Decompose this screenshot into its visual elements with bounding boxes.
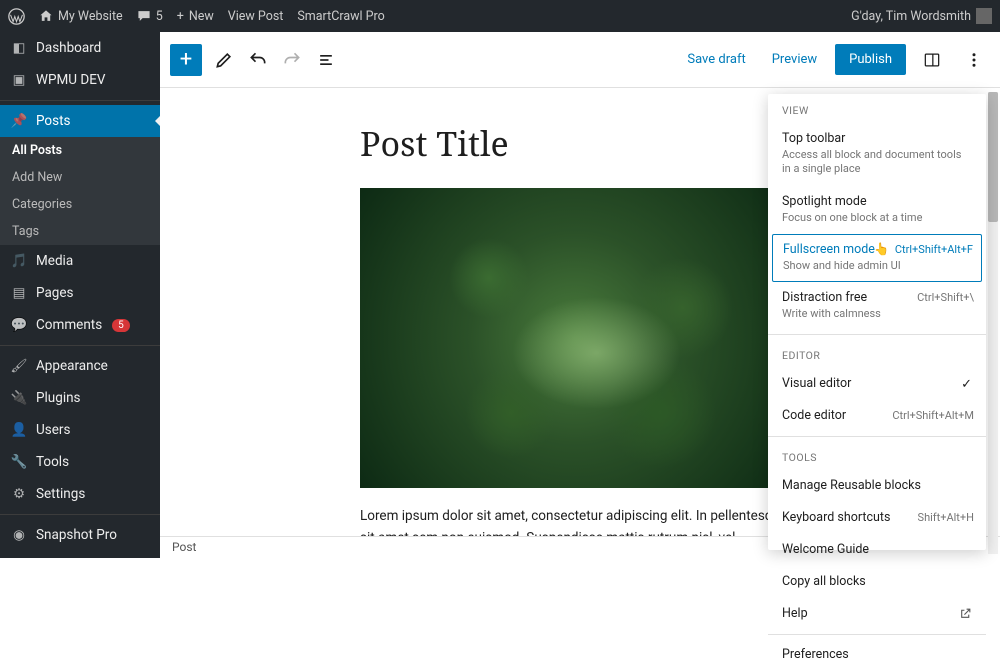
tools-group-label: TOOLS xyxy=(768,441,986,470)
tools-icon: 🔧 xyxy=(10,453,28,471)
plus-icon: + xyxy=(180,47,192,72)
sidebar-item-pages[interactable]: ▤Pages xyxy=(0,277,160,309)
sidebar-item-tools[interactable]: 🔧Tools xyxy=(0,446,160,478)
comment-icon xyxy=(137,9,151,23)
view-group-label: VIEW xyxy=(768,94,986,123)
cursor-icon: 👆 xyxy=(874,242,889,256)
option-copy-all-blocks[interactable]: Copy all blocks xyxy=(768,566,986,598)
undo-icon xyxy=(248,50,268,70)
pin-icon: 📌 xyxy=(10,112,28,130)
pages-icon: ▤ xyxy=(10,284,28,302)
appearance-icon: 🖌 xyxy=(10,357,28,375)
users-icon: 👤 xyxy=(10,421,28,439)
option-visual-editor[interactable]: Visual editor ✓ xyxy=(768,368,986,400)
sidebar-subitem-categories[interactable]: Categories xyxy=(0,191,160,218)
sidebar-icon xyxy=(922,50,942,70)
posts-submenu: All Posts Add New Categories Tags xyxy=(0,137,160,245)
options-dropdown-menu: VIEW Top toolbar Access all block and do… xyxy=(768,94,986,550)
sidebar-item-plugins[interactable]: 🔌Plugins xyxy=(0,382,160,414)
edit-mode-button[interactable] xyxy=(212,48,236,72)
sidebar-subitem-all-posts[interactable]: All Posts xyxy=(0,137,160,164)
option-keyboard-shortcuts[interactable]: Keyboard shortcuts Shift+Alt+H xyxy=(768,502,986,534)
wordpress-logo-icon[interactable] xyxy=(8,8,25,25)
option-welcome-guide[interactable]: Welcome Guide xyxy=(768,534,986,566)
scrollbar[interactable] xyxy=(988,92,998,554)
snapshot-icon: ◉ xyxy=(10,526,28,544)
sidebar-item-branda[interactable]: ◑Branda Pro xyxy=(0,551,160,558)
option-help[interactable]: Help xyxy=(768,598,986,630)
sidebar-item-comments[interactable]: 💬Comments5 xyxy=(0,309,160,341)
home-icon xyxy=(39,9,53,23)
dashboard-icon: ◧ xyxy=(10,39,28,57)
scrollbar-thumb[interactable] xyxy=(988,92,998,222)
redo-button[interactable] xyxy=(280,48,304,72)
smartcrawl-link[interactable]: SmartCrawl Pro xyxy=(297,9,384,24)
option-spotlight-mode[interactable]: Spotlight mode Focus on one block at a t… xyxy=(768,186,986,234)
avatar xyxy=(976,8,992,24)
sidebar-item-media[interactable]: 🎵Media xyxy=(0,245,160,277)
sidebar-item-dashboard[interactable]: ◧Dashboard xyxy=(0,32,160,64)
settings-icon: ⚙ xyxy=(10,485,28,503)
check-icon: ✓ xyxy=(961,377,972,392)
option-top-toolbar[interactable]: Top toolbar Access all block and documen… xyxy=(768,123,986,186)
undo-button[interactable] xyxy=(246,48,270,72)
options-menu-button[interactable] xyxy=(958,44,990,76)
add-block-button[interactable]: + xyxy=(170,44,202,76)
comments-icon: 💬 xyxy=(10,316,28,334)
site-name[interactable]: My Website xyxy=(39,9,123,24)
option-preferences[interactable]: Preferences xyxy=(768,639,986,671)
save-draft-button[interactable]: Save draft xyxy=(679,46,753,73)
more-vertical-icon xyxy=(965,51,983,69)
admin-bar: My Website 5 +New View Post SmartCrawl P… xyxy=(0,0,1000,32)
option-reusable-blocks[interactable]: Manage Reusable blocks xyxy=(768,470,986,502)
featured-image[interactable] xyxy=(360,188,790,488)
plugins-icon: 🔌 xyxy=(10,389,28,407)
option-fullscreen-mode[interactable]: Fullscreen mode Show and hide admin UI C… xyxy=(772,234,982,282)
sidebar-item-wpmudev[interactable]: ▣WPMU DEV xyxy=(0,64,160,96)
sidebar-item-settings[interactable]: ⚙Settings xyxy=(0,478,160,510)
sidebar-item-posts[interactable]: 📌Posts xyxy=(0,105,160,137)
publish-button[interactable]: Publish xyxy=(835,44,906,75)
view-post-link[interactable]: View Post xyxy=(228,9,284,24)
sidebar-item-users[interactable]: 👤Users xyxy=(0,414,160,446)
account-greeting[interactable]: G'day, Tim Wordsmith xyxy=(851,8,992,24)
preview-button[interactable]: Preview xyxy=(764,46,825,73)
new-link[interactable]: +New xyxy=(177,9,214,24)
comments-link[interactable]: 5 xyxy=(137,9,163,24)
comments-count-badge: 5 xyxy=(112,319,130,332)
option-code-editor[interactable]: Code editor Ctrl+Shift+Alt+M xyxy=(768,400,986,432)
settings-panel-button[interactable] xyxy=(916,44,948,76)
redo-icon xyxy=(282,50,302,70)
list-icon xyxy=(316,50,336,70)
editor-group-label: EDITOR xyxy=(768,339,986,368)
list-view-button[interactable] xyxy=(314,48,338,72)
admin-sidebar: ◧Dashboard ▣WPMU DEV 📌Posts All Posts Ad… xyxy=(0,32,160,558)
sidebar-subitem-tags[interactable]: Tags xyxy=(0,218,160,245)
editor-content: + Save draft Preview Publish Post Title … xyxy=(160,32,1000,558)
sidebar-item-snapshot[interactable]: ◉Snapshot Pro xyxy=(0,519,160,551)
post-body-text[interactable]: Lorem ipsum dolor sit amet, consectetur … xyxy=(360,506,800,536)
wpmudev-icon: ▣ xyxy=(10,71,28,89)
sidebar-subitem-add-new[interactable]: Add New xyxy=(0,164,160,191)
post-title[interactable]: Post Title xyxy=(360,120,800,166)
external-link-icon xyxy=(959,607,972,624)
pencil-icon xyxy=(214,50,234,70)
plus-icon: + xyxy=(177,9,184,24)
sidebar-item-appearance[interactable]: 🖌Appearance xyxy=(0,350,160,382)
editor-header: + Save draft Preview Publish xyxy=(160,32,1000,88)
option-distraction-free[interactable]: Distraction free Write with calmness Ctr… xyxy=(768,282,986,330)
media-icon: 🎵 xyxy=(10,252,28,270)
